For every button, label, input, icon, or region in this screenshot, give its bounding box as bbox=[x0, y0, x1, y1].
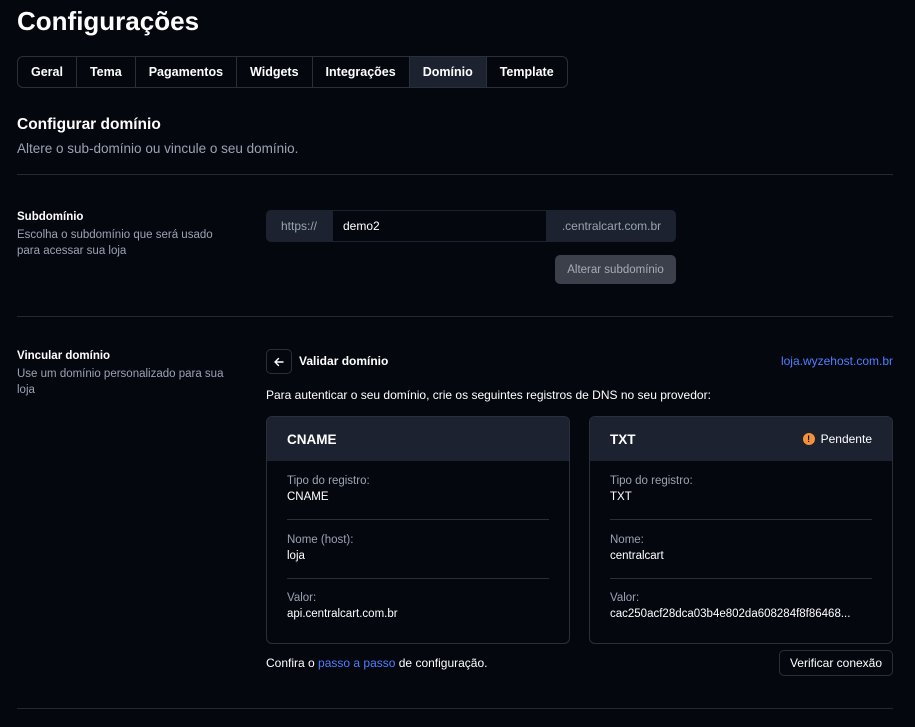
subdomain-input[interactable] bbox=[332, 210, 547, 242]
alert-icon: ! bbox=[802, 433, 815, 445]
record-name-field: Nome: centralcart bbox=[610, 534, 872, 562]
field-label: Nome (host): bbox=[287, 534, 354, 546]
card-header: CNAME bbox=[267, 417, 569, 461]
subdomain-prefix: https:// bbox=[266, 210, 332, 242]
field-label: Valor: bbox=[610, 592, 640, 604]
field-value: TXT bbox=[610, 491, 632, 503]
tab-integracoes[interactable]: Integrações bbox=[313, 57, 410, 87]
field-value[interactable]: cac250acf28dca03b4e802da608284f8f86468..… bbox=[610, 608, 872, 620]
tab-widgets[interactable]: Widgets bbox=[237, 57, 313, 87]
txt-record-card: TXT ! Pendente Tipo do registro: TXT Nom… bbox=[589, 416, 893, 644]
subdomain-input-group: https:// .centralcart.com.br bbox=[266, 210, 676, 242]
section-subtitle: Altere o sub-domínio ou vincule o seu do… bbox=[17, 141, 299, 156]
help-suffix: de configuração. bbox=[395, 656, 488, 670]
subdomain-suffix: .centralcart.com.br bbox=[547, 210, 676, 242]
link-domain-label: Vincular domínio bbox=[17, 350, 111, 362]
divider bbox=[17, 316, 893, 317]
tab-geral[interactable]: Geral bbox=[18, 57, 77, 87]
help-text: Confira o passo a passo de configuração. bbox=[266, 656, 487, 670]
settings-tabs: Geral Tema Pagamentos Widgets Integraçõe… bbox=[17, 56, 568, 88]
tab-pagamentos[interactable]: Pagamentos bbox=[136, 57, 238, 87]
divider bbox=[17, 174, 893, 175]
card-header: TXT ! Pendente bbox=[590, 417, 892, 461]
link-domain-description: Use um domínio personalizado para sua lo… bbox=[17, 368, 224, 396]
help-prefix: Confira o bbox=[266, 656, 319, 670]
dns-instructions: Para autenticar o seu domínio, crie os s… bbox=[266, 388, 711, 402]
alter-subdomain-button[interactable]: Alterar subdomínio bbox=[555, 255, 676, 284]
tab-tema[interactable]: Tema bbox=[77, 57, 136, 87]
field-separator bbox=[610, 578, 872, 579]
field-label: Valor: bbox=[287, 592, 317, 604]
cname-record-card: CNAME Tipo do registro: CNAME Nome (host… bbox=[266, 416, 570, 644]
arrow-left-icon bbox=[274, 357, 284, 366]
field-separator bbox=[610, 519, 872, 520]
field-separator bbox=[287, 578, 549, 579]
domain-link[interactable]: loja.wyzehost.com.br bbox=[781, 354, 893, 368]
tab-dominio[interactable]: Domínio bbox=[409, 57, 487, 87]
field-label: Nome: bbox=[610, 534, 644, 546]
record-type-field: Tipo do registro: CNAME bbox=[287, 475, 549, 503]
field-value[interactable]: api.centralcart.com.br bbox=[287, 608, 549, 620]
status-badge: ! Pendente bbox=[802, 432, 872, 446]
tab-template[interactable]: Template bbox=[487, 57, 567, 87]
subdomain-label: Subdomínio bbox=[17, 211, 84, 223]
field-value: CNAME bbox=[287, 491, 329, 503]
field-label: Tipo do registro: bbox=[610, 475, 693, 487]
step-by-step-link[interactable]: passo a passo bbox=[318, 656, 395, 670]
field-value: loja bbox=[287, 550, 305, 562]
divider bbox=[17, 708, 893, 709]
card-title: TXT bbox=[610, 431, 636, 447]
record-value-field: Valor: api.centralcart.com.br bbox=[287, 592, 549, 620]
section-title: Configurar domínio bbox=[17, 116, 161, 133]
record-value-field: Valor: cac250acf28dca03b4e802da608284f8f… bbox=[610, 592, 872, 620]
card-title: CNAME bbox=[287, 431, 337, 447]
status-text: Pendente bbox=[820, 432, 872, 446]
subdomain-description: Escolha o subdomínio que será usado para… bbox=[17, 229, 213, 257]
back-button[interactable] bbox=[266, 349, 292, 374]
field-label: Tipo do registro: bbox=[287, 475, 370, 487]
record-type-field: Tipo do registro: TXT bbox=[610, 475, 872, 503]
verify-connection-button[interactable]: Verificar conexão bbox=[779, 650, 893, 676]
page-title: Configurações bbox=[17, 6, 200, 36]
validate-domain-title: Validar domínio bbox=[299, 354, 389, 368]
record-name-field: Nome (host): loja bbox=[287, 534, 549, 562]
field-separator bbox=[287, 519, 549, 520]
field-value: centralcart bbox=[610, 550, 664, 562]
